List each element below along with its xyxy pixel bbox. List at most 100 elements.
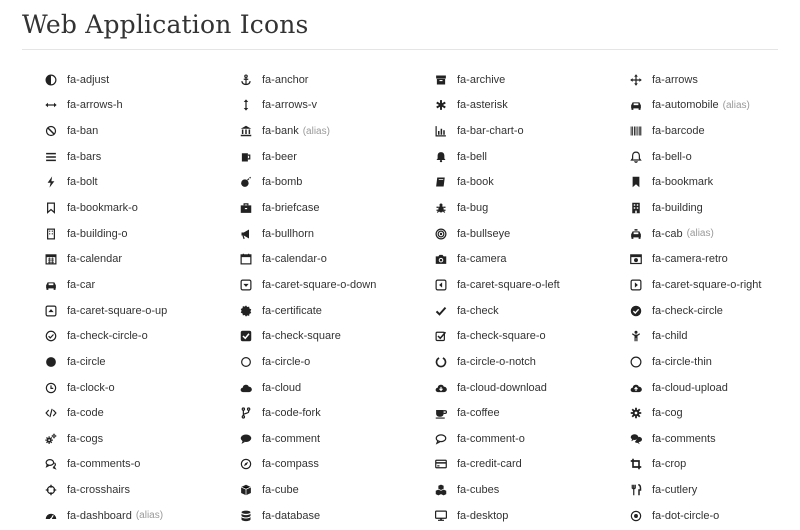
icon-entry-barcode: fa-barcode — [630, 118, 795, 144]
caret-square-o-right-icon — [630, 279, 642, 291]
cog-icon — [630, 407, 642, 419]
icon-entry-cubes: fa-cubes — [435, 477, 630, 503]
icon-entry-check-circle-o: fa-check-circle-o — [45, 323, 240, 349]
icon-class-label: fa-bank — [262, 125, 299, 138]
icon-entry-code: fa-code — [45, 400, 240, 426]
icon-class-label: fa-bullhorn — [262, 227, 314, 240]
icon-class-label: fa-crop — [652, 458, 687, 471]
icon-class-label: fa-check-circle — [652, 304, 723, 317]
icon-reference-page: Web Application Icons fa-adjust fa-anchor… — [0, 0, 800, 530]
icon-entry-building-o: fa-building-o — [45, 221, 240, 247]
icon-entry-bars: fa-bars — [45, 144, 240, 170]
icon-class-label: fa-cutlery — [652, 484, 698, 497]
icon-entry-building: fa-building — [630, 195, 795, 221]
arrows-h-icon — [45, 99, 57, 111]
icon-class-label: fa-circle-o — [262, 355, 311, 368]
icon-class-label: fa-comment-o — [457, 432, 525, 445]
icon-entry-calendar: fa-calendar — [45, 246, 240, 272]
icon-class-label: fa-coffee — [457, 407, 500, 420]
comments-o-icon — [45, 458, 57, 471]
certificate-icon — [240, 304, 252, 317]
icon-entry-bell-o: fa-bell-o — [630, 144, 795, 170]
bell-icon — [435, 151, 447, 163]
automobile-icon — [630, 99, 642, 111]
icon-class-label: fa-book — [457, 176, 494, 189]
icon-entry-cube: fa-cube — [240, 477, 435, 503]
icon-entry-cloud-download: fa-cloud-download — [435, 375, 630, 401]
bullhorn-icon — [240, 228, 252, 240]
icon-class-label: fa-cog — [652, 407, 683, 420]
cubes-icon — [435, 484, 447, 496]
alias-note: (alias) — [302, 125, 330, 137]
icon-class-label: fa-bullseye — [457, 227, 511, 240]
title-divider — [22, 49, 778, 50]
icon-class-label: fa-archive — [457, 73, 506, 86]
icon-class-label: fa-cloud-download — [457, 381, 547, 394]
cab-icon — [630, 228, 642, 240]
icon-entry-automobile: fa-automobile (alias) — [630, 93, 795, 119]
bookmark-o-icon — [45, 202, 57, 214]
icon-class-label: fa-barcode — [652, 125, 705, 138]
icon-entry-bar-chart-o: fa-bar-chart-o — [435, 118, 630, 144]
building-icon — [630, 202, 642, 214]
icon-entry-bookmark: fa-bookmark — [630, 170, 795, 196]
icon-class-label: fa-bookmark-o — [67, 202, 138, 215]
icon-entry-certificate: fa-certificate — [240, 298, 435, 324]
alias-note: (alias) — [135, 510, 164, 522]
icon-class-label: fa-credit-card — [457, 458, 522, 471]
icon-class-label: fa-check-circle-o — [67, 330, 148, 343]
comment-o-icon — [435, 433, 447, 445]
icon-entry-database: fa-database — [240, 503, 435, 529]
page-title: Web Application Icons — [22, 10, 309, 39]
icon-class-label: fa-bolt — [67, 176, 98, 189]
icon-class-label: fa-code-fork — [262, 407, 321, 420]
circle-o-icon — [240, 356, 252, 368]
dashboard-icon — [45, 510, 57, 522]
cloud-upload-icon — [630, 382, 642, 394]
icon-class-label: fa-cab — [652, 227, 683, 240]
icon-entry-cogs: fa-cogs — [45, 426, 240, 452]
icon-class-label: fa-building — [652, 202, 703, 215]
barcode-icon — [630, 125, 642, 137]
circle-icon — [45, 356, 57, 368]
icon-class-label: fa-arrows-h — [67, 99, 123, 112]
credit-card-icon — [435, 458, 447, 470]
icon-class-label: fa-desktop — [457, 509, 509, 522]
icon-entry-cloud: fa-cloud — [240, 375, 435, 401]
icon-class-label: fa-crosshairs — [67, 484, 130, 497]
arrows-icon — [630, 74, 642, 86]
icon-class-label: fa-anchor — [262, 73, 309, 86]
alias-note: (alias) — [686, 228, 714, 240]
icon-class-label: fa-circle-thin — [652, 355, 712, 368]
check-circle-icon — [630, 305, 642, 317]
icon-entry-caret-square-o-right: fa-caret-square-o-right — [630, 272, 795, 298]
icon-class-label: fa-automobile — [652, 99, 719, 112]
icon-entry-camera: fa-camera — [435, 246, 630, 272]
icon-entry-comment-o: fa-comment-o — [435, 426, 630, 452]
icon-class-label: fa-compass — [262, 458, 319, 471]
cloud-download-icon — [435, 382, 447, 394]
icon-entry-bell: fa-bell — [435, 144, 630, 170]
icon-entry-arrows: fa-arrows — [630, 67, 795, 93]
comment-icon — [240, 433, 252, 445]
icon-class-label: fa-arrows — [652, 73, 698, 86]
icon-class-label: fa-car — [67, 278, 96, 291]
icon-entry-comments: fa-comments — [630, 426, 795, 452]
caret-square-o-up-icon — [45, 305, 57, 317]
desktop-icon — [435, 510, 447, 522]
icon-entry-compass: fa-compass — [240, 452, 435, 478]
ban-icon — [45, 125, 57, 137]
icon-entry-bullhorn: fa-bullhorn — [240, 221, 435, 247]
icon-class-label: fa-briefcase — [262, 202, 320, 215]
icon-entry-ban: fa-ban — [45, 118, 240, 144]
code-icon — [45, 407, 57, 419]
icon-entry-caret-square-o-down: fa-caret-square-o-down — [240, 272, 435, 298]
check-square-icon — [240, 330, 252, 342]
icon-entry-adjust: fa-adjust — [45, 67, 240, 93]
icon-class-label: fa-bookmark — [652, 176, 714, 189]
icon-entry-bank: fa-bank (alias) — [240, 118, 435, 144]
bomb-icon — [240, 176, 252, 188]
icon-entry-comments-o: fa-comments-o — [45, 452, 240, 478]
icon-entry-caret-square-o-left: fa-caret-square-o-left — [435, 272, 630, 298]
archive-icon — [435, 74, 447, 86]
